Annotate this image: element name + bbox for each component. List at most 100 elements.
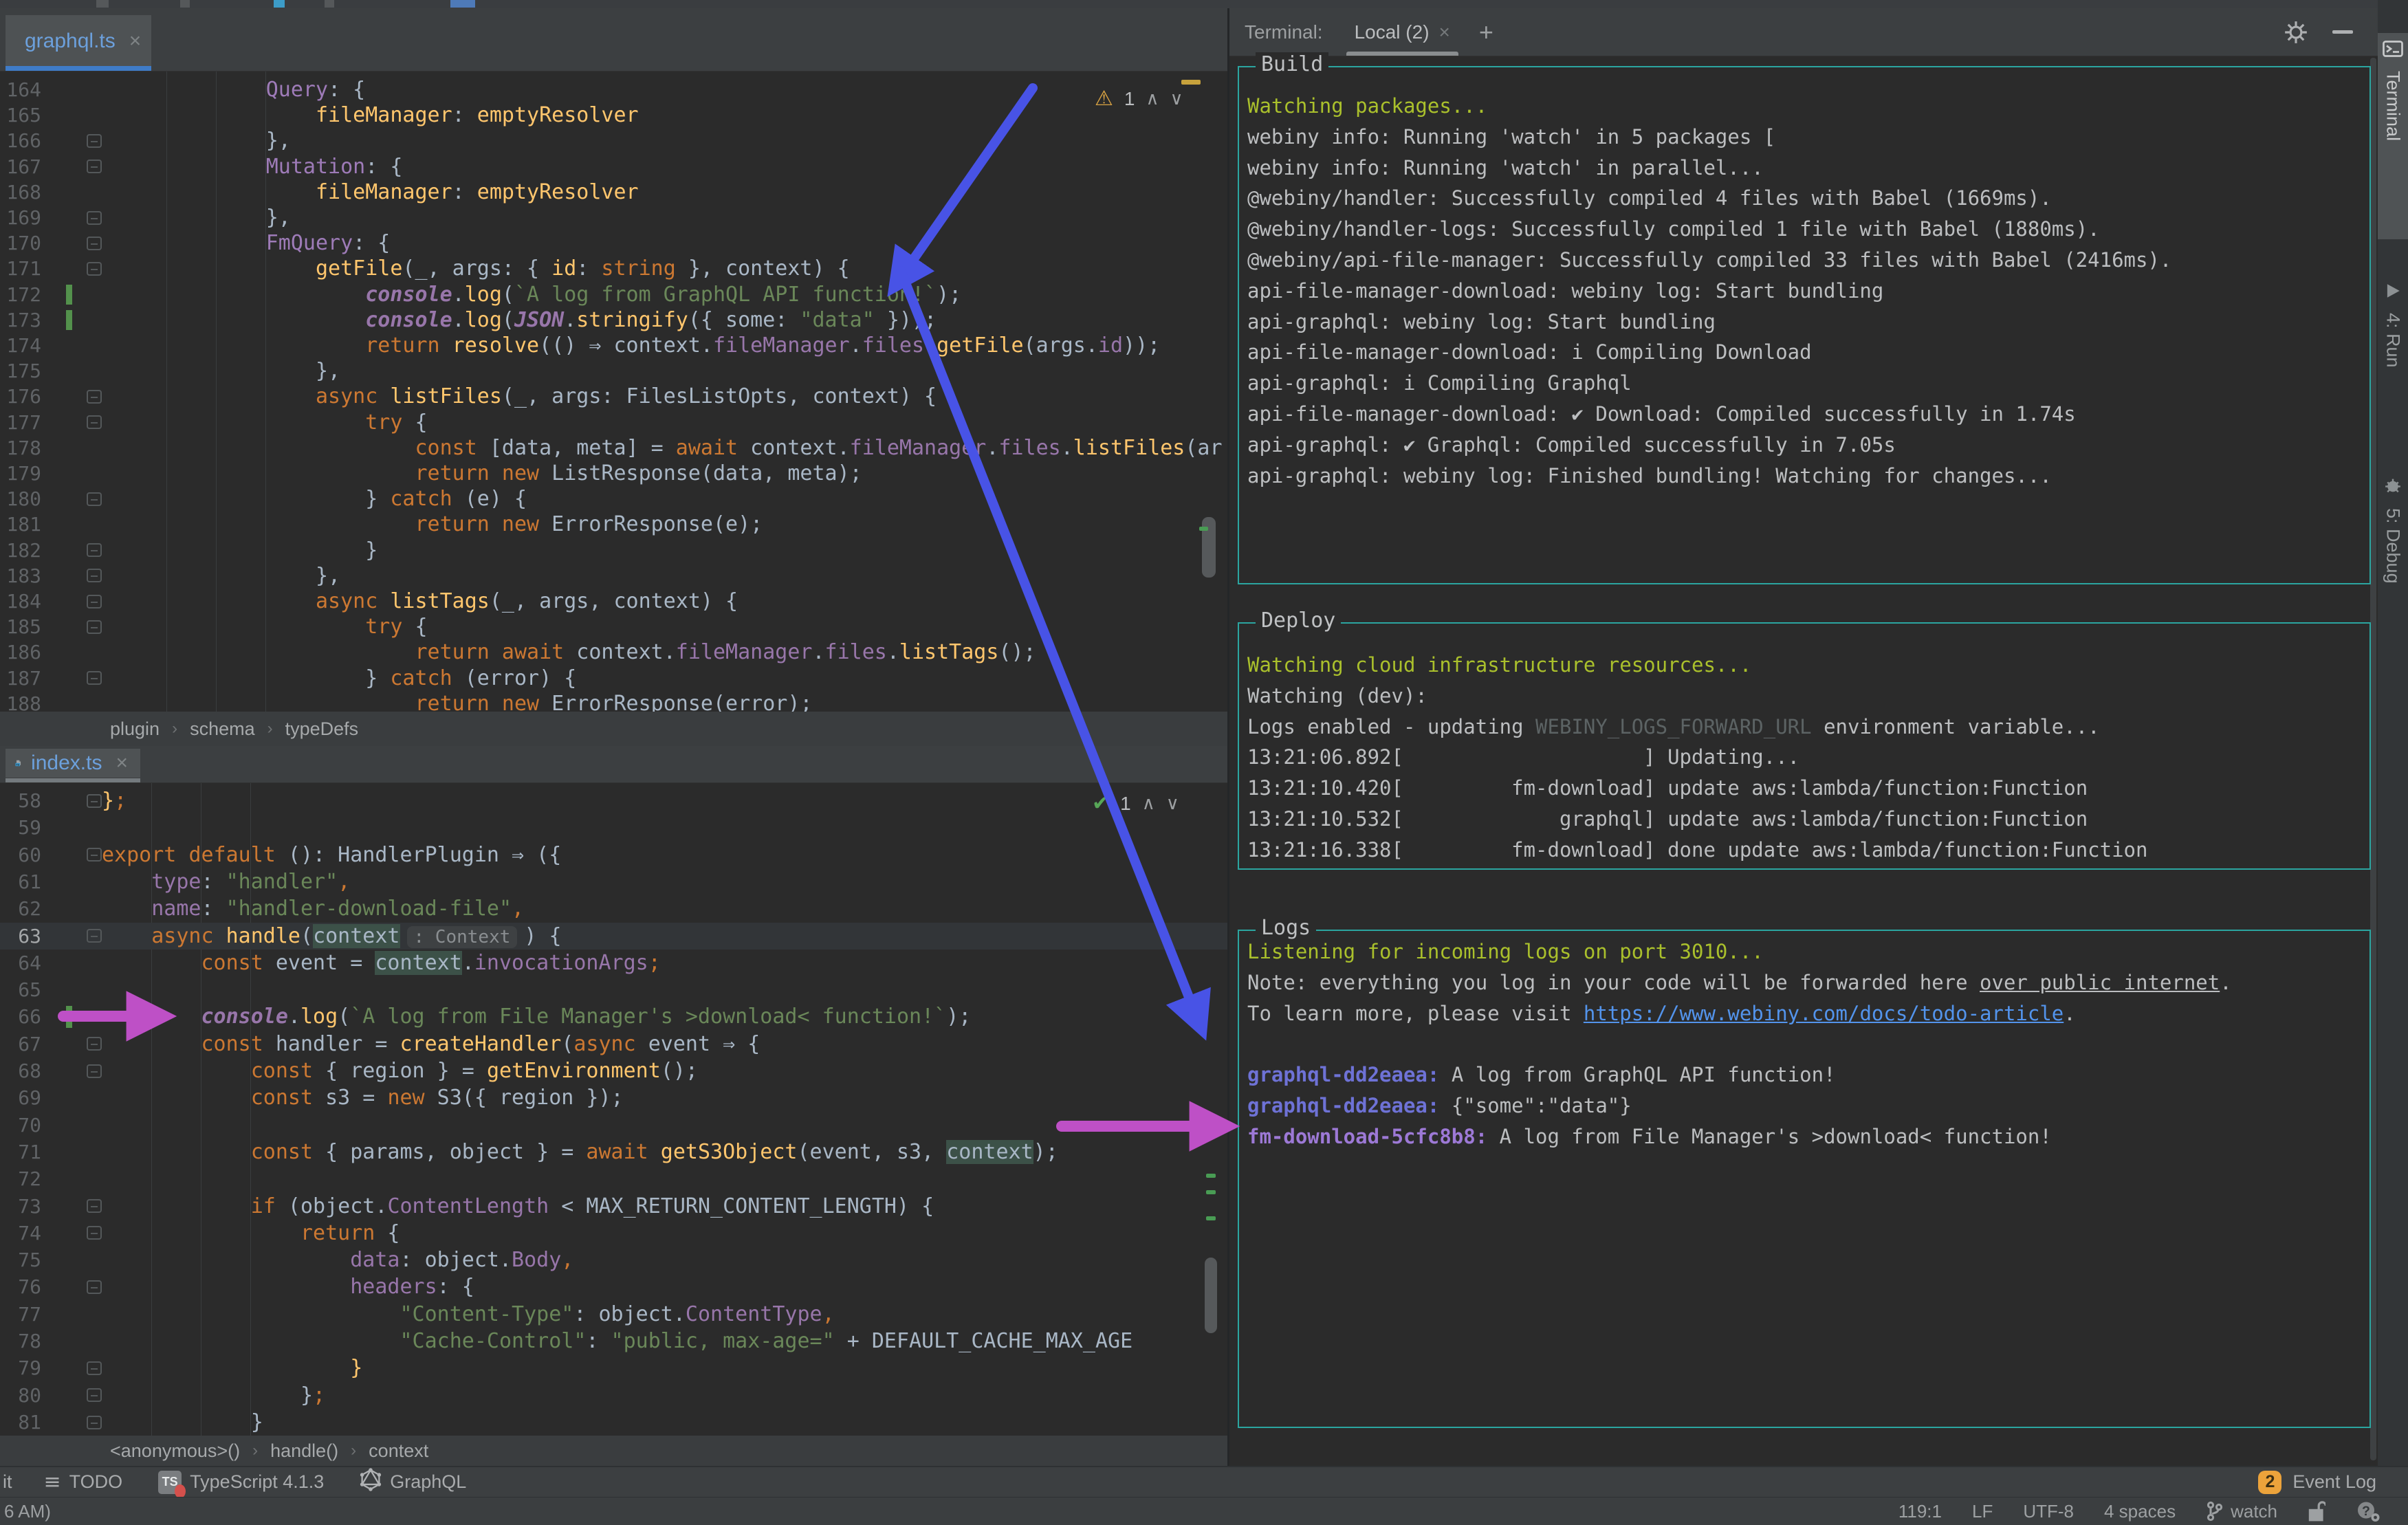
line-number: 78 — [18, 1330, 41, 1352]
breadcrumb-separator: › — [252, 1441, 259, 1460]
tab-graphql-ts[interactable]: TS graphql.ts × — [6, 15, 151, 67]
terminal-box-logs: Logs Listening for incoming logs on port … — [1238, 916, 2371, 1428]
fold-marker-icon[interactable] — [87, 415, 102, 430]
breadcrumb-item[interactable]: schema — [190, 718, 255, 740]
tab-close-icon[interactable]: × — [116, 751, 128, 775]
breadcrumb-item[interactable]: context — [369, 1440, 428, 1462]
next-warning-icon[interactable]: ∨ — [1170, 89, 1183, 109]
fold-marker-icon[interactable] — [87, 1064, 102, 1078]
code-text: async handle(context: Context) { — [151, 923, 562, 948]
code-line-71: 71 const { params, object } = await getS… — [0, 1139, 1228, 1165]
code-text: if (object.ContentLength < MAX_RETURN_CO… — [250, 1194, 934, 1218]
fold-marker-icon[interactable] — [87, 671, 102, 685]
code-line-185: 185 try { — [0, 614, 1228, 639]
fold-marker-icon[interactable] — [87, 1037, 102, 1051]
minimize-icon[interactable] — [2332, 30, 2353, 34]
typescript-file-icon: TS — [15, 760, 21, 767]
fold-marker-icon[interactable] — [87, 1388, 102, 1403]
fold-marker-icon[interactable] — [87, 261, 102, 276]
terminal-box-build: Build Watching packages... webiny info: Ru… — [1238, 52, 2371, 584]
file-encoding[interactable]: UTF-8 — [2023, 1501, 2074, 1522]
fold-marker-icon[interactable] — [87, 210, 102, 225]
fold-marker-icon[interactable] — [87, 389, 102, 404]
line-number: 67 — [18, 1032, 41, 1055]
fold-marker-icon[interactable] — [87, 1226, 102, 1240]
terminal-scrollbar[interactable] — [2370, 58, 2376, 1460]
fold-marker-icon[interactable] — [87, 1361, 102, 1375]
webiny-docs-link[interactable]: https://www.webiny.com/docs/todo-article — [1584, 1002, 2064, 1025]
fold-marker-icon[interactable] — [87, 1280, 102, 1295]
editor-graphql-ts[interactable]: 164 Query: {165 fileManager: emptyResolv… — [0, 72, 1228, 712]
indent-setting[interactable]: 4 spaces — [2104, 1501, 2176, 1522]
git-branch-icon — [2207, 1501, 2223, 1522]
line-number: 71 — [18, 1140, 41, 1163]
breadcrumb-item[interactable]: plugin — [110, 718, 160, 740]
editor2-scrollbar-thumb[interactable] — [1205, 1258, 1217, 1333]
prev-warning-icon[interactable]: ∧ — [1146, 89, 1159, 109]
warning-stripe-mark — [1181, 80, 1201, 85]
editor-terminal-splitter[interactable] — [1227, 8, 1229, 1466]
terminal-line: api-graphql: webiny log: Start bundling — [1247, 309, 1716, 333]
status-item-todo[interactable]: ≡ TODO — [44, 1470, 123, 1494]
terminal-tab-close-icon[interactable]: × — [1439, 21, 1450, 43]
terminal-line: graphql-dd2eaea: {"some":"data"} — [1247, 1093, 1632, 1117]
stripe-item-terminal[interactable]: Terminal — [2378, 33, 2408, 239]
breadcrumb-item[interactable]: <anonymous>() — [110, 1440, 240, 1462]
code-line-80: 80 }; — [0, 1382, 1228, 1409]
fold-marker-icon[interactable] — [87, 793, 102, 808]
fold-marker-icon[interactable] — [87, 1199, 102, 1214]
fold-marker-icon[interactable] — [87, 492, 102, 506]
terminal-line: @webiny/api-file-manager: Successfully c… — [1247, 248, 2172, 272]
fold-marker-icon[interactable] — [87, 619, 102, 634]
toolwindow-stripe: Terminal 4: Run 5: Debug — [2378, 0, 2408, 1525]
fold-marker-icon[interactable] — [87, 543, 102, 558]
line-number: 72 — [18, 1167, 41, 1191]
stripe-item-5-debug[interactable]: 5: Debug — [2378, 469, 2408, 683]
status-item-label: TODO — [69, 1471, 123, 1492]
code-text: return new ListResponse(data, meta); — [415, 461, 862, 485]
line-number: 70 — [18, 1113, 41, 1137]
fold-marker-icon[interactable] — [87, 133, 102, 148]
gear-icon[interactable] — [2283, 19, 2309, 45]
tab-index-ts[interactable]: TS index.ts × — [6, 749, 140, 778]
prev-marker-icon[interactable]: ∧ — [1142, 793, 1155, 814]
status-item-graphql[interactable]: GraphQL — [360, 1468, 466, 1496]
fold-marker-icon[interactable] — [87, 848, 102, 862]
terminal-tab-local[interactable]: Local (2) × — [1346, 8, 1458, 56]
breadcrumb-item[interactable]: typeDefs — [285, 718, 359, 740]
fold-marker-icon[interactable] — [87, 594, 102, 608]
new-terminal-session-button[interactable]: + — [1479, 18, 1493, 47]
breadcrumb-item[interactable]: handle() — [270, 1440, 338, 1462]
git-branch-widget[interactable]: watch — [2206, 1501, 2277, 1522]
sliver-fragment — [325, 0, 334, 8]
code-text: getFile(_, args: { id: string }, context… — [315, 256, 850, 281]
line-ending[interactable]: LF — [1972, 1501, 1993, 1522]
todo-list-icon: ≡ — [43, 1470, 61, 1494]
code-line-178: 178 const [data, meta] = await context.f… — [0, 435, 1228, 461]
next-marker-icon[interactable]: ∨ — [1166, 793, 1179, 814]
tab-close-icon[interactable]: × — [129, 30, 142, 53]
sliver-fragment — [96, 0, 109, 8]
line-number: 172 — [6, 283, 41, 306]
line-number: 183 — [6, 564, 41, 587]
help-gear-icon[interactable]: ? — [2356, 1500, 2380, 1523]
fold-marker-icon[interactable] — [87, 929, 102, 943]
code-line-70: 70 — [0, 1112, 1228, 1139]
fold-marker-icon[interactable] — [87, 236, 102, 250]
code-text: const s3 = new S3({ region }); — [250, 1086, 624, 1110]
code-text: return new ErrorResponse(error); — [415, 691, 813, 712]
stripe-item-4-run[interactable]: 4: Run — [2378, 275, 2408, 447]
line-number: 63 — [18, 924, 41, 947]
event-log-widget[interactable]: 2 Event Log — [2258, 1470, 2376, 1494]
line-number: 75 — [18, 1249, 41, 1272]
fold-marker-icon[interactable] — [87, 1415, 102, 1429]
line-number: 168 — [6, 180, 41, 204]
caret-position[interactable]: 119:1 — [1898, 1501, 1942, 1522]
fold-marker-icon[interactable] — [87, 160, 102, 174]
unlock-icon[interactable] — [2308, 1500, 2325, 1522]
line-number: 171 — [6, 257, 41, 281]
fold-marker-icon[interactable] — [87, 569, 102, 583]
editor-index-ts[interactable]: 58}; 59 60 export default (): HandlerPlugin… — [0, 783, 1228, 1436]
status-item-typescript-4-1-3[interactable]: TS TypeScript 4.1.3 — [158, 1470, 324, 1498]
code-line-181: 181 return new ErrorResponse(e); — [0, 512, 1228, 537]
